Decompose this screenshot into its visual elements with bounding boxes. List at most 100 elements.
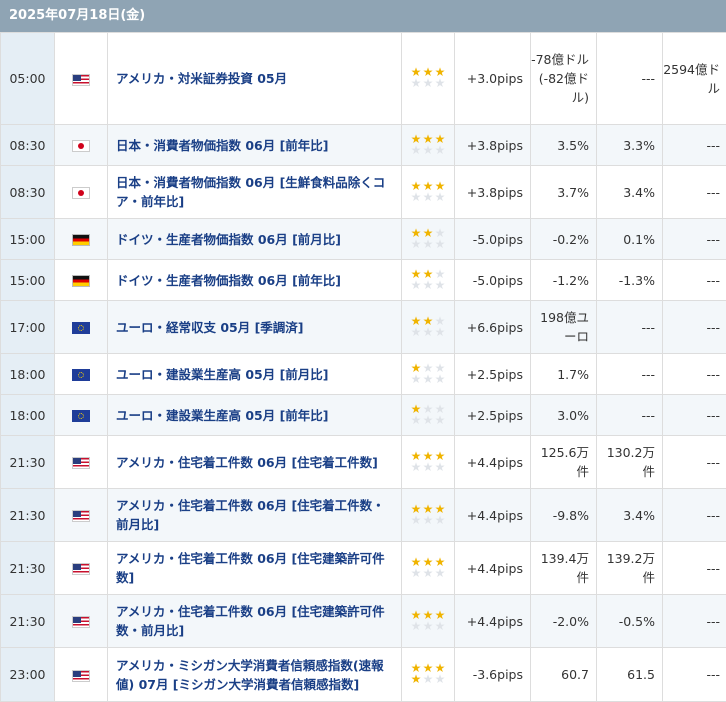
time-cell: 15:00 [1,219,55,260]
table-row[interactable]: 18:00ユーロ・建設業生産高 05月 [前年比]★★★★★★+2.5pips3… [1,395,726,436]
star-icon: ★ [434,674,446,685]
previous-value: --- [663,301,726,354]
star-icon: ★ [422,239,434,250]
event-link[interactable]: 日本・消費者物価指数 06月 [生鮮食料品除くコア・前年比] [108,166,402,219]
table-row[interactable]: 15:00ドイツ・生産者物価指数 06月 [前年比]★★★★★★-5.0pips… [1,260,726,301]
previous-value: --- [663,219,726,260]
time-cell: 21:30 [1,489,55,542]
star-icon: ★ [422,568,434,579]
actual-value: 3.5% [531,125,597,166]
previous-value: --- [663,648,726,702]
flag-cell [55,489,108,542]
actual-value: 3.7% [531,166,597,219]
event-link[interactable]: アメリカ・住宅着工件数 06月 [住宅着工件数・前月比] [108,489,402,542]
star-icon: ★ [434,327,446,338]
table-row[interactable]: 15:00ドイツ・生産者物価指数 06月 [前月比]★★★★★★-5.0pips… [1,219,726,260]
event-link[interactable]: ドイツ・生産者物価指数 06月 [前月比] [108,219,402,260]
japan-flag-icon [72,140,90,152]
eu-flag-icon [72,322,90,334]
time-cell: 18:00 [1,354,55,395]
actual-value: 198億ユーロ [531,301,597,354]
importance-stars: ★★★★★★ [402,354,455,395]
event-link[interactable]: アメリカ・対米証券投資 05月 [108,33,402,125]
previous-value: --- [663,354,726,395]
table-row[interactable]: 21:30アメリカ・住宅着工件数 06月 [住宅建築許可件数・前月比]★★★★★… [1,595,726,648]
star-icon: ★ [422,515,434,526]
actual-value: -9.8% [531,489,597,542]
flag-cell [55,395,108,436]
event-link[interactable]: アメリカ・ミシガン大学消費者信頼感指数(速報値) 07月 [ミシガン大学消費者信… [108,648,402,702]
actual-value: -0.2% [531,219,597,260]
flag-cell [55,301,108,354]
star-icon: ★ [422,280,434,291]
table-row[interactable]: 21:30アメリカ・住宅着工件数 06月 [住宅着工件数]★★★★★★+4.4p… [1,436,726,489]
importance-stars: ★★★★★★ [402,33,455,125]
pips-cell: -3.6pips [455,648,531,702]
star-icon: ★ [422,78,434,89]
eu-flag-icon [72,410,90,422]
star-icon: ★ [422,374,434,385]
event-link[interactable]: ドイツ・生産者物価指数 06月 [前年比] [108,260,402,301]
us-flag-icon [72,74,90,86]
previous-value: --- [663,395,726,436]
table-row[interactable]: 21:30アメリカ・住宅着工件数 06月 [住宅着工件数・前月比]★★★★★★+… [1,489,726,542]
star-icon: ★ [422,621,434,632]
event-link[interactable]: ユーロ・建設業生産高 05月 [前月比] [108,354,402,395]
time-cell: 08:30 [1,166,55,219]
star-icon: ★ [422,462,434,473]
actual-value: 139.4万件 [531,542,597,595]
pips-cell: +4.4pips [455,595,531,648]
table-row[interactable]: 23:00 アメリカ・ミシガン大学消費者信頼感指数(速報値) 07月 [ミシガン大… [1,648,726,702]
table-row[interactable]: 05:00アメリカ・対米証券投資 05月★★★★★★+3.0pips-78億ドル… [1,33,726,125]
forecast-value: --- [597,33,663,125]
forecast-value: --- [597,395,663,436]
star-icon: ★ [410,192,422,203]
table-row[interactable]: 08:30日本・消費者物価指数 06月 [生鮮食料品除くコア・前年比]★★★★★… [1,166,726,219]
actual-value: -78億ドル(-82億ドル) [531,33,597,125]
table-row[interactable]: 17:00ユーロ・経常収支 05月 [季調済]★★★★★★+6.6pips198… [1,301,726,354]
star-icon: ★ [410,374,422,385]
star-icon: ★ [422,327,434,338]
event-link[interactable]: ユーロ・経常収支 05月 [季調済] [108,301,402,354]
us-flag-icon [72,670,90,682]
previous-value: --- [663,436,726,489]
star-icon: ★ [422,145,434,156]
star-icon: ★ [410,568,422,579]
forecast-value: -0.5% [597,595,663,648]
importance-stars: ★★★★★★ [402,125,455,166]
previous-value: --- [663,166,726,219]
star-icon: ★ [434,515,446,526]
forecast-value: 3.4% [597,166,663,219]
flag-cell [55,542,108,595]
time-cell: 08:30 [1,125,55,166]
eu-flag-icon [72,369,90,381]
star-icon: ★ [422,192,434,203]
date-header: 2025年07月18日(金) [0,0,726,32]
forecast-value: -1.3% [597,260,663,301]
table-row[interactable]: 18:00ユーロ・建設業生産高 05月 [前月比]★★★★★★+2.5pips1… [1,354,726,395]
table-row[interactable]: 08:30 日本・消費者物価指数 06月 [前年比]★★★★★★+3.8pips3… [1,125,726,166]
star-icon: ★ [410,674,422,685]
forecast-value: --- [597,354,663,395]
event-link[interactable]: ユーロ・建設業生産高 05月 [前年比] [108,395,402,436]
pips-cell: -5.0pips [455,260,531,301]
forecast-value: 130.2万件 [597,436,663,489]
importance-stars: ★★★★★★ [402,436,455,489]
event-link[interactable]: 日本・消費者物価指数 06月 [前年比] [108,125,402,166]
importance-stars: ★★★★★★ [402,542,455,595]
pips-cell: +2.5pips [455,395,531,436]
importance-stars: ★★★★★★ [402,395,455,436]
time-cell: 23:00 [1,648,55,702]
actual-value: 3.0% [531,395,597,436]
event-link[interactable]: アメリカ・住宅着工件数 06月 [住宅建築許可件数・前月比] [108,595,402,648]
table-row[interactable]: 21:30アメリカ・住宅着工件数 06月 [住宅建築許可件数]★★★★★★+4.… [1,542,726,595]
pips-cell: +3.8pips [455,125,531,166]
importance-stars: ★★★★★★ [402,219,455,260]
star-icon: ★ [410,239,422,250]
time-cell: 21:30 [1,542,55,595]
forecast-value: --- [597,301,663,354]
event-link[interactable]: アメリカ・住宅着工件数 06月 [住宅建築許可件数] [108,542,402,595]
event-link[interactable]: アメリカ・住宅着工件数 06月 [住宅着工件数] [108,436,402,489]
previous-value: --- [663,125,726,166]
flag-cell [55,219,108,260]
